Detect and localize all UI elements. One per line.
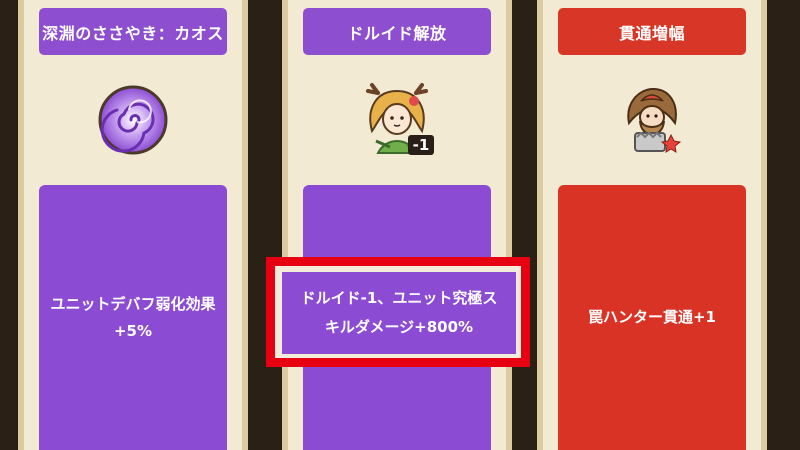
option-card-druid[interactable]: ドルイド解放 -1 — [282, 0, 512, 450]
card-title: 貫通増幅 — [558, 8, 746, 55]
card-description: ユニットデバフ弱化効果 +5% — [39, 185, 227, 450]
card-title: ドルイド解放 — [303, 8, 491, 55]
druid-portrait-icon: -1 — [288, 75, 506, 165]
card-description: 罠ハンター貫通+1 — [558, 185, 746, 450]
trap-hunter-icon — [543, 75, 761, 165]
card-title: 深淵のささやき：カオス — [39, 8, 227, 55]
option-card-penetration[interactable]: 貫通増幅 罠ハンター貫通+1 — [537, 0, 767, 450]
card-description-highlighted: ドルイド-1、ユニット究極ス キルダメージ+800% — [282, 272, 516, 354]
chaos-swirl-icon — [24, 75, 242, 165]
icon-badge: -1 — [413, 136, 430, 154]
option-card-chaos[interactable]: 深淵のささやき：カオス ユニットデバフ弱化効果 +5% — [18, 0, 248, 450]
